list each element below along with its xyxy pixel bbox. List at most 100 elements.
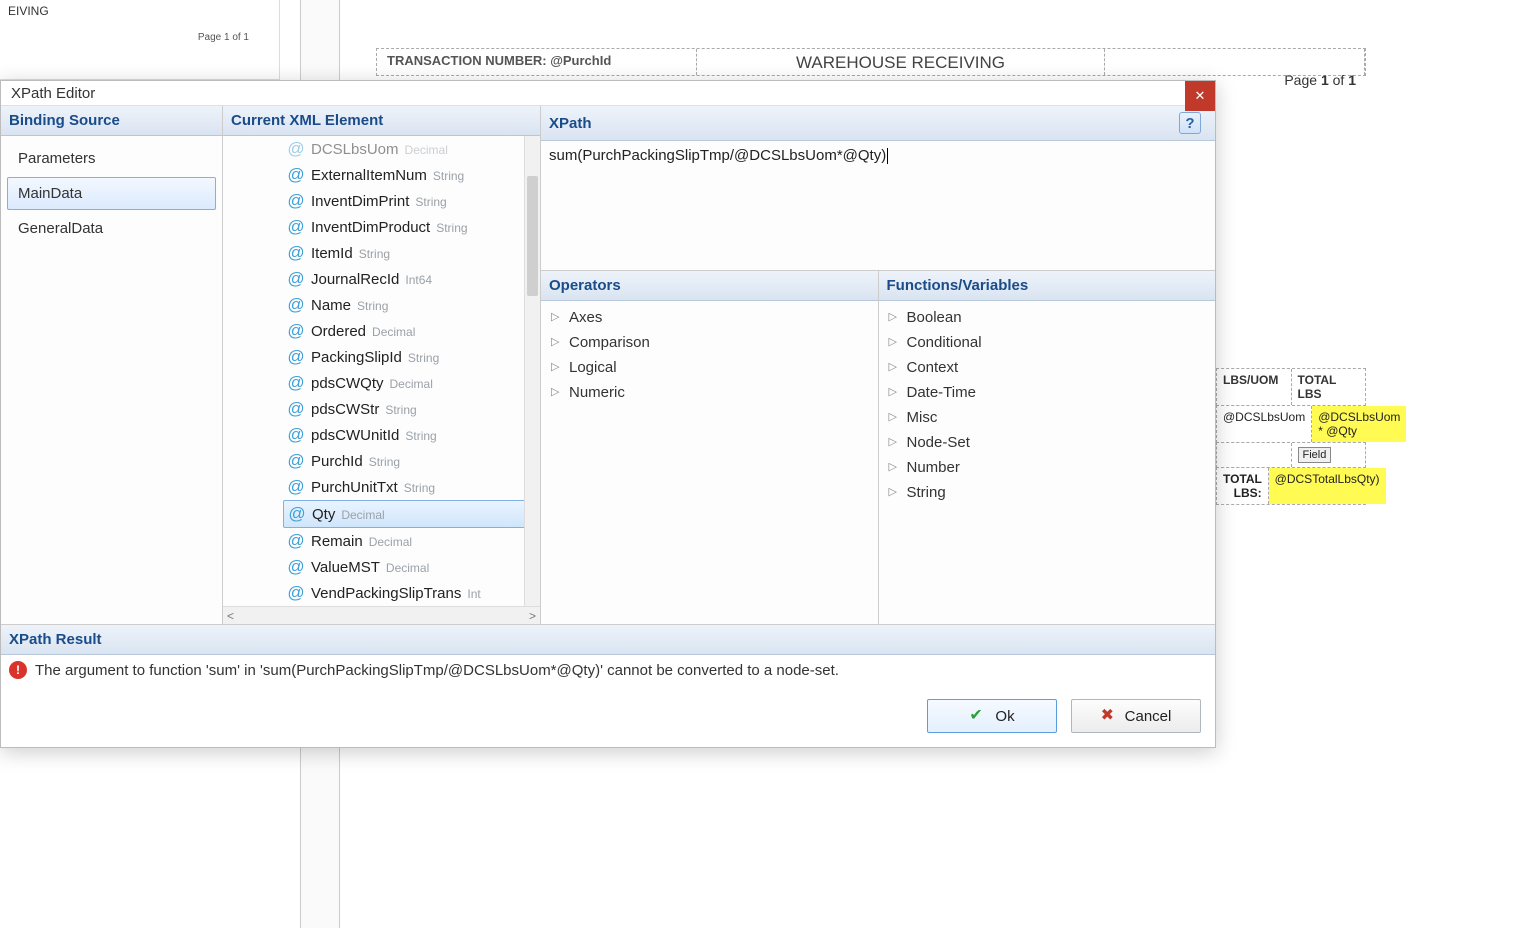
xml-element-type: Decimal — [386, 561, 429, 575]
xml-element-name: Remain — [311, 533, 363, 550]
xml-element-list[interactable]: @DCSLbsUomDecimal@ExternalItemNumString@… — [223, 136, 540, 606]
report-title-cell[interactable]: WAREHOUSE RECEIVING — [697, 49, 1105, 75]
function-category[interactable]: String — [885, 480, 1210, 505]
val-lbs-uom[interactable]: @DCSLbsUom — [1217, 406, 1312, 442]
xml-element-type: Int — [467, 587, 480, 601]
function-category[interactable]: Misc — [885, 405, 1210, 430]
scroll-right-icon[interactable]: > — [529, 609, 536, 623]
xml-element-type: String — [357, 299, 388, 313]
error-icon: ! — [9, 661, 27, 679]
function-category[interactable]: Context — [885, 355, 1210, 380]
page-of: of — [1329, 72, 1348, 88]
bg-receiving-text: EIVING — [8, 4, 49, 18]
xml-element-item[interactable]: @PurchIdString — [283, 448, 540, 474]
xml-element-name: InventDimProduct — [311, 219, 430, 236]
xml-element-item[interactable]: @ExternalItemNumString — [283, 162, 540, 188]
operator-category[interactable]: Logical — [547, 355, 872, 380]
xml-element-item[interactable]: @PurchUnitTxtString — [283, 474, 540, 500]
total-lbs-value[interactable]: @DCSTotalLbsQty) — [1269, 468, 1386, 504]
help-button[interactable]: ? — [1179, 112, 1201, 134]
function-category[interactable]: Node-Set — [885, 430, 1210, 455]
attribute-icon: @ — [287, 269, 305, 289]
xml-element-panel: Current XML Element @DCSLbsUomDecimal@Ex… — [223, 106, 541, 624]
xml-element-item[interactable]: @VendPackingSlipTransInt — [283, 580, 540, 606]
xpath-expression-text: sum(PurchPackingSlipTmp/@DCSLbsUom*@Qty) — [549, 147, 886, 164]
xml-element-item[interactable]: @ItemIdString — [283, 240, 540, 266]
xml-element-item[interactable]: @pdsCWQtyDecimal — [283, 370, 540, 396]
xml-element-type: String — [404, 481, 435, 495]
xml-element-item[interactable]: @InventDimProductString — [283, 214, 540, 240]
scrollbar-thumb[interactable] — [527, 176, 538, 296]
close-button[interactable]: ✕ — [1185, 81, 1215, 111]
xml-element-name: pdsCWStr — [311, 401, 379, 418]
xml-element-item[interactable]: @RemainDecimal — [283, 528, 540, 554]
empty-cell — [1217, 443, 1292, 467]
xml-vertical-scrollbar[interactable] — [524, 136, 540, 606]
xml-element-name: ItemId — [311, 245, 353, 262]
function-category[interactable]: Conditional — [885, 330, 1210, 355]
x-icon — [1101, 708, 1117, 724]
xml-element-item[interactable]: @InventDimPrintString — [283, 188, 540, 214]
field-tag[interactable]: Field — [1298, 447, 1332, 463]
page-indicator: Page 1 of 1 — [1284, 72, 1356, 88]
function-category[interactable]: Boolean — [885, 305, 1210, 330]
xml-element-name: Name — [311, 297, 351, 314]
xml-element-item[interactable]: @OrderedDecimal — [283, 318, 540, 344]
binding-source-item[interactable]: MainData — [7, 177, 216, 210]
binding-source-header: Binding Source — [1, 106, 222, 136]
operators-list: AxesComparisonLogicalNumeric — [541, 301, 878, 409]
xml-element-item[interactable]: @ JournalRecId Int64 — [283, 266, 540, 292]
xml-element-type: Int64 — [405, 273, 432, 287]
attribute-icon: @ — [287, 243, 305, 263]
xml-element-item[interactable]: @pdsCWStrString — [283, 396, 540, 422]
attribute-icon: @ — [287, 165, 305, 185]
xml-element-type: Decimal — [369, 535, 412, 549]
xml-element-type: Decimal — [405, 143, 448, 157]
dialog-titlebar[interactable]: XPath Editor ✕ — [1, 81, 1215, 106]
functions-panel: Functions/Variables BooleanConditionalCo… — [879, 271, 1216, 624]
val-total-lbs[interactable]: @DCSLbsUom * @Qty — [1312, 406, 1406, 442]
operator-category[interactable]: Numeric — [547, 380, 872, 405]
xml-element-item[interactable]: @QtyDecimal — [283, 500, 540, 528]
xml-element-name: JournalRecId — [311, 271, 399, 288]
ok-button[interactable]: Ok — [927, 699, 1057, 733]
xml-element-item[interactable]: @PackingSlipIdString — [283, 344, 540, 370]
transaction-number-cell[interactable]: TRANSACTION NUMBER: @PurchId — [377, 49, 697, 75]
dialog-body: Binding Source ParametersMainDataGeneral… — [1, 106, 1215, 747]
bg-page-left: Page 1 of 1 — [198, 32, 249, 43]
bg-preview-top-left: EIVING Page 1 of 1 — [0, 0, 280, 80]
binding-source-item[interactable]: GeneralData — [7, 212, 216, 245]
col-lbs-uom[interactable]: LBS/UOM — [1217, 369, 1292, 405]
binding-source-panel: Binding Source ParametersMainDataGeneral… — [1, 106, 223, 624]
field-tag-cell[interactable]: Field — [1292, 443, 1366, 467]
xpath-result-body: ! The argument to function 'sum' in 'sum… — [1, 655, 1215, 685]
attribute-icon: @ — [287, 399, 305, 419]
cancel-button[interactable]: Cancel — [1071, 699, 1201, 733]
xml-horizontal-scrollbar[interactable]: < > — [223, 606, 540, 624]
attribute-icon: @ — [287, 191, 305, 211]
xml-element-name: Qty — [312, 506, 335, 523]
scroll-left-icon[interactable]: < — [227, 609, 234, 623]
operator-category[interactable]: Comparison — [547, 330, 872, 355]
xml-element-item[interactable]: @NameString — [283, 292, 540, 318]
functions-list: BooleanConditionalContextDate-TimeMiscNo… — [879, 301, 1216, 509]
xpath-lower-split: Operators AxesComparisonLogicalNumeric F… — [541, 271, 1215, 624]
page-total: 1 — [1348, 72, 1356, 88]
xml-element-name: PurchId — [311, 453, 363, 470]
xml-element-item[interactable]: @DCSLbsUomDecimal — [283, 136, 540, 162]
col-total-lbs[interactable]: TOTAL LBS — [1292, 369, 1366, 405]
xpath-editor-dialog: XPath Editor ✕ Binding Source Parameters… — [0, 80, 1216, 748]
attribute-icon: @ — [287, 425, 305, 445]
xml-element-name: ExternalItemNum — [311, 167, 427, 184]
ok-button-label: Ok — [995, 708, 1014, 725]
function-category[interactable]: Date-Time — [885, 380, 1210, 405]
xml-element-name: pdsCWQty — [311, 375, 384, 392]
function-category[interactable]: Number — [885, 455, 1210, 480]
xpath-input[interactable]: sum(PurchPackingSlipTmp/@DCSLbsUom*@Qty) — [541, 141, 1215, 271]
binding-source-item[interactable]: Parameters — [7, 142, 216, 175]
text-caret — [886, 147, 888, 164]
xml-element-item[interactable]: @ValueMSTDecimal — [283, 554, 540, 580]
operator-category[interactable]: Axes — [547, 305, 872, 330]
xml-element-item[interactable]: @pdsCWUnitIdString — [283, 422, 540, 448]
attribute-icon: @ — [288, 504, 306, 524]
